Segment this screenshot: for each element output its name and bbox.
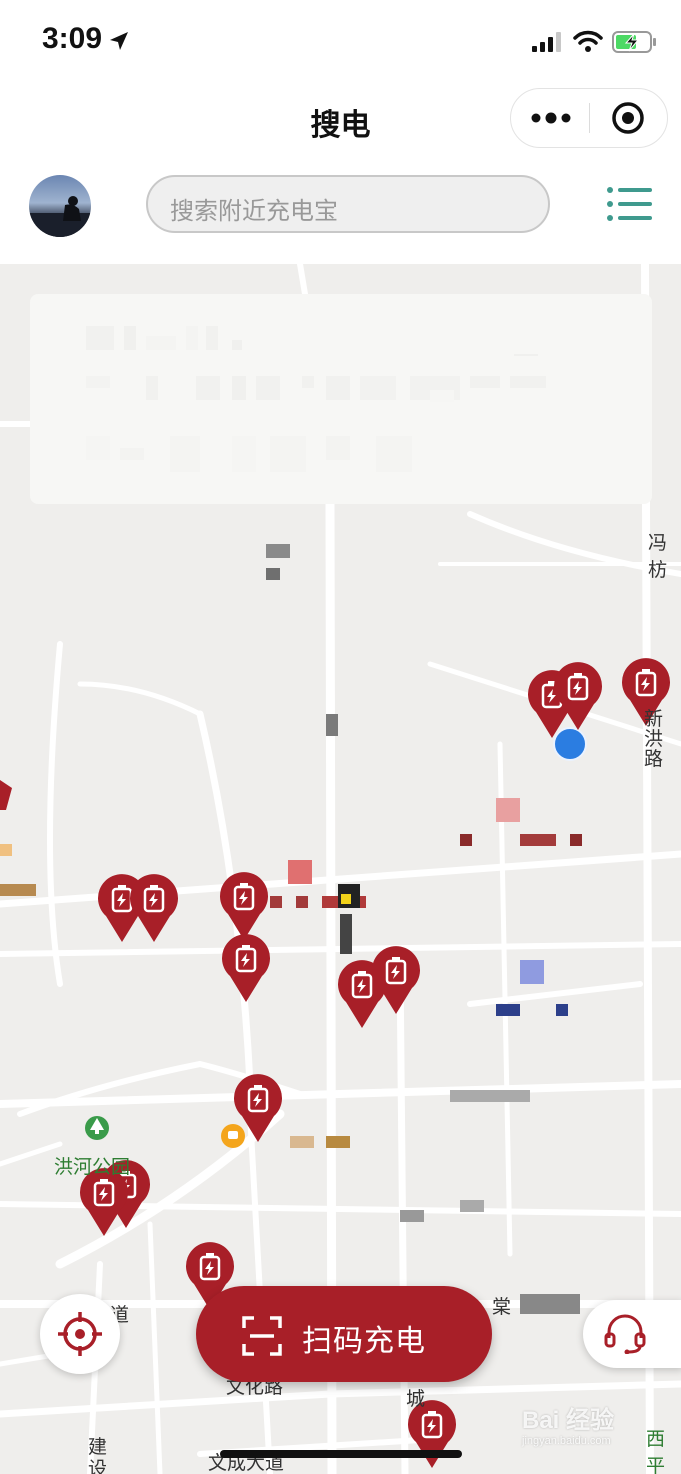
watermark-text: Bai 经验 (522, 1407, 615, 1434)
more-dots-icon[interactable] (531, 111, 571, 125)
close-circle-icon[interactable] (611, 101, 645, 135)
map-label-she: 设 (88, 1459, 108, 1474)
wifi-icon (573, 30, 603, 52)
map-label-park: 洪河公园 (54, 1157, 131, 1178)
locate-button[interactable] (40, 1294, 120, 1374)
customer-service-button[interactable] (583, 1300, 681, 1368)
list-menu-icon[interactable] (606, 186, 652, 222)
avatar-silhouette (29, 196, 91, 237)
capsule-divider (589, 103, 590, 133)
nearby-info-card[interactable] (30, 294, 652, 504)
map-label-tang: 棠 (492, 1297, 512, 1318)
map-label-cheng: 城 (406, 1389, 426, 1410)
park-tree-icon (85, 1116, 109, 1140)
location-arrow-icon (110, 32, 128, 50)
map-label-lu: 路 (644, 749, 664, 770)
search-placeholder: 搜索附近充电宝 (170, 198, 338, 225)
watermark-sub: jingyan.baidu.com (522, 1435, 611, 1447)
search-input[interactable]: 搜索附近充电宝 (146, 175, 550, 233)
status-time: 3:09 (42, 22, 103, 55)
headset-icon (604, 1314, 646, 1354)
watermark: Bai 经验 jingyan.baidu.com (522, 1400, 614, 1447)
scan-icon (242, 1316, 282, 1356)
crosshair-icon (58, 1312, 102, 1356)
mini-program-capsule (510, 88, 668, 148)
status-bar: 3:09 (0, 0, 681, 80)
poi-marker-icon (221, 1124, 245, 1148)
map-label-xiping: 西平 (646, 1429, 666, 1474)
cellular-signal-icon (532, 32, 561, 52)
avatar[interactable] (29, 175, 91, 237)
map-label-fengshu: 冯枋 (648, 533, 668, 581)
battery-charging-icon (612, 31, 656, 53)
scan-charge-label: 扫码充电 (302, 1325, 426, 1358)
home-indicator (220, 1450, 462, 1458)
scan-charge-button[interactable]: 扫码充电 (196, 1286, 492, 1382)
